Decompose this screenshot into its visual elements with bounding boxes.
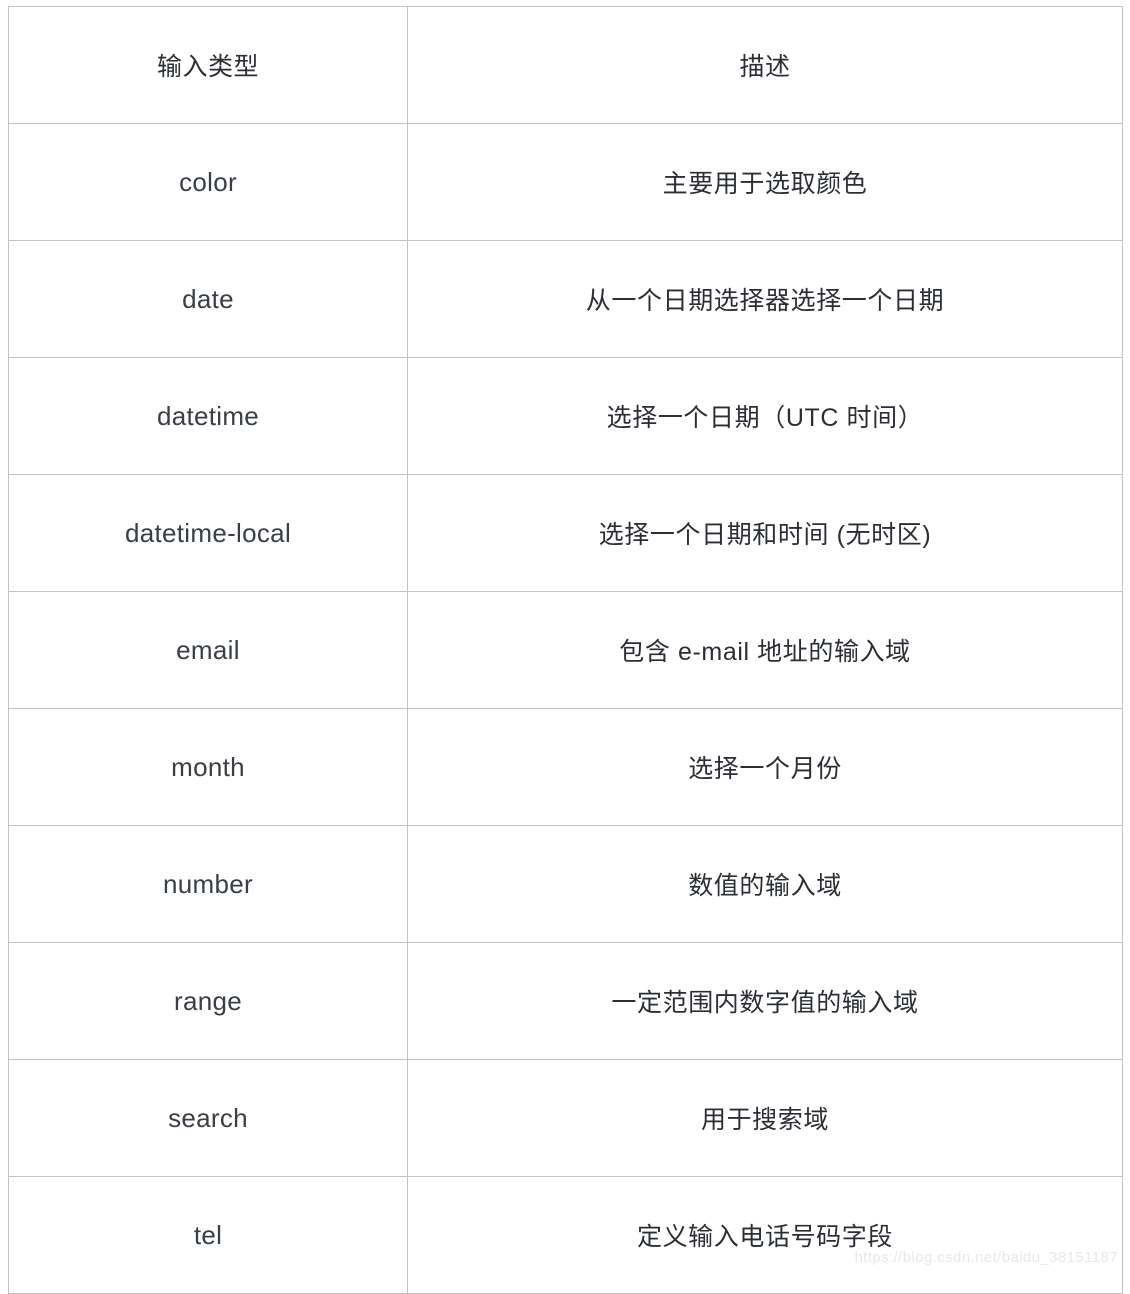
column-header-description: 描述: [407, 6, 1123, 124]
table-row: number 数值的输入域: [8, 825, 1123, 943]
cell-input-type: tel: [8, 1176, 408, 1294]
cell-description: 定义输入电话号码字段: [407, 1176, 1123, 1294]
cell-description: 主要用于选取颜色: [407, 123, 1123, 241]
table-row: datetime-local 选择一个日期和时间 (无时区): [8, 474, 1123, 592]
cell-input-type: month: [8, 708, 408, 826]
cell-description: 选择一个日期和时间 (无时区): [407, 474, 1123, 592]
table-row: search 用于搜索域: [8, 1059, 1123, 1177]
input-types-table: 输入类型 描述 color 主要用于选取颜色 date 从一个日期选择器选择一个…: [8, 6, 1123, 1294]
cell-input-type: number: [8, 825, 408, 943]
table-row: email 包含 e-mail 地址的输入域: [8, 591, 1123, 709]
cell-description: 包含 e-mail 地址的输入域: [407, 591, 1123, 709]
cell-description: 一定范围内数字值的输入域: [407, 942, 1123, 1060]
page-root: 输入类型 描述 color 主要用于选取颜色 date 从一个日期选择器选择一个…: [0, 0, 1130, 1294]
cell-input-type: datetime-local: [8, 474, 408, 592]
cell-input-type: date: [8, 240, 408, 358]
table-row: datetime 选择一个日期（UTC 时间）: [8, 357, 1123, 475]
cell-input-type: email: [8, 591, 408, 709]
table-row: range 一定范围内数字值的输入域: [8, 942, 1123, 1060]
table-header-row: 输入类型 描述: [8, 6, 1123, 124]
column-header-input-type: 输入类型: [8, 6, 408, 124]
table-body: color 主要用于选取颜色 date 从一个日期选择器选择一个日期 datet…: [8, 123, 1123, 1294]
table-row: tel 定义输入电话号码字段: [8, 1176, 1123, 1294]
input-types-table-container: 输入类型 描述 color 主要用于选取颜色 date 从一个日期选择器选择一个…: [8, 6, 1123, 1294]
cell-input-type: datetime: [8, 357, 408, 475]
cell-description: 数值的输入域: [407, 825, 1123, 943]
cell-description: 从一个日期选择器选择一个日期: [407, 240, 1123, 358]
cell-description: 选择一个月份: [407, 708, 1123, 826]
cell-description: 选择一个日期（UTC 时间）: [407, 357, 1123, 475]
cell-input-type: color: [8, 123, 408, 241]
table-row: color 主要用于选取颜色: [8, 123, 1123, 241]
table-header: 输入类型 描述: [8, 6, 1123, 124]
cell-input-type: search: [8, 1059, 408, 1177]
cell-input-type: range: [8, 942, 408, 1060]
cell-description: 用于搜索域: [407, 1059, 1123, 1177]
table-row: month 选择一个月份: [8, 708, 1123, 826]
table-row: date 从一个日期选择器选择一个日期: [8, 240, 1123, 358]
